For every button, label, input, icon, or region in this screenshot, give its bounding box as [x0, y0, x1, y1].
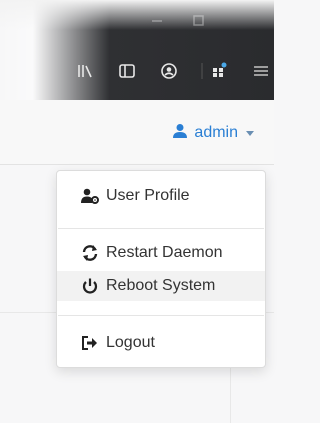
toolbar-fade	[0, 0, 274, 30]
menu-item-label: Restart Daemon	[106, 244, 223, 261]
toolbar-separator	[201, 62, 203, 80]
restore-icon[interactable]	[192, 14, 206, 28]
sidebar-icon[interactable]	[118, 62, 136, 80]
user-name: admin	[194, 124, 238, 141]
menu-divider	[58, 228, 264, 229]
power-icon	[81, 277, 99, 295]
user-menu-toggle[interactable]: admin	[172, 123, 254, 143]
minimize-icon[interactable]	[150, 14, 164, 28]
menu-item-reboot-system[interactable]: Reboot System	[57, 271, 265, 301]
user-icon	[172, 123, 188, 144]
menu-item-label: Logout	[106, 334, 155, 351]
refresh-icon	[81, 244, 99, 262]
user-cog-icon	[81, 187, 99, 205]
menu-item-restart-daemon[interactable]: Restart Daemon	[57, 238, 265, 268]
menu-item-user-profile[interactable]: User Profile	[57, 181, 265, 211]
menu-item-logout[interactable]: Logout	[57, 328, 265, 358]
library-icon[interactable]	[76, 62, 94, 80]
menu-divider	[58, 315, 264, 316]
menu-item-label: Reboot System	[106, 277, 216, 294]
sign-out-icon	[81, 334, 99, 352]
app-navbar: admin	[0, 100, 274, 165]
account-icon[interactable]	[160, 62, 178, 80]
user-dropdown-menu: User Profile Restart Daemon Reboot Syste…	[56, 170, 266, 368]
browser-toolbar	[0, 0, 274, 100]
menu-item-label: User Profile	[106, 187, 190, 204]
menu-icon[interactable]	[252, 62, 270, 80]
chevron-down-icon	[246, 130, 254, 136]
extensions-icon[interactable]	[210, 62, 228, 80]
